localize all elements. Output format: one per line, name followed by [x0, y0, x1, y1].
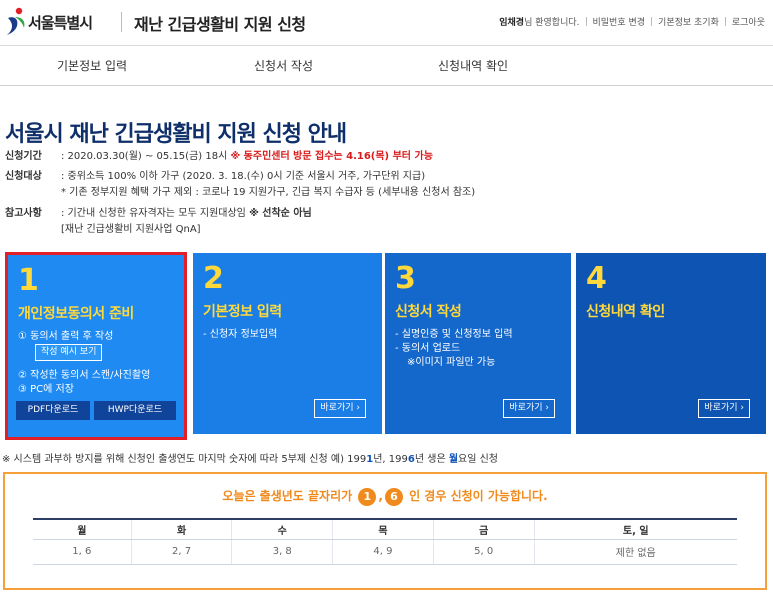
period-label: 신청기간: [5, 151, 42, 162]
target-row: 신청대상 : 중위소득 100% 이하 가구 (2020. 3. 18.(수) 0…: [5, 170, 425, 184]
target-value: : 중위소득 100% 이하 가구 (2020. 3. 18.(수) 0시 기준…: [61, 171, 426, 182]
seoul-logo-icon[interactable]: [5, 6, 27, 36]
change-password-link[interactable]: 비밀번호 변경: [593, 15, 646, 28]
target-label: 신청대상: [5, 171, 42, 182]
user-menu: 임채경님 환영합니다. 비밀번호 변경 기본정보 초기화 로그아웃: [499, 15, 765, 28]
step-title: 개인정보동의서 준비: [18, 306, 134, 322]
reference-value: : 기간내 신청한 유자격자는 모두 지원대상임: [61, 208, 246, 219]
notice-bold: 6: [407, 454, 415, 465]
column-header: 월: [33, 518, 132, 540]
main-heading: 서울시 재난 긴급생활비 지원 신청 안내: [5, 122, 347, 147]
step-number: 4: [586, 261, 607, 296]
step-number: 3: [395, 261, 416, 296]
schedule-title-text: 오늘은 출생년도 끝자리가: [222, 489, 353, 503]
step-line: ① 동의서 출력 후 작성: [18, 331, 114, 342]
hwp-download-button[interactable]: HWP다운로드: [94, 401, 176, 420]
column-header: 토, 일: [533, 518, 737, 540]
go-history-button[interactable]: 바로가기 ›: [698, 399, 750, 418]
step-number: 1: [18, 263, 39, 298]
menu-divider: [651, 17, 653, 26]
step-title: 신청서 작성: [395, 304, 462, 320]
step-title: 기본정보 입력: [203, 304, 282, 320]
site-header: 서울특별시 재난 긴급생활비 지원 신청 임채경님 환영합니다. 비밀번호 변경…: [0, 0, 773, 46]
step-line: - 실명인증 및 신청정보 입력: [395, 329, 513, 340]
menu-divider: [724, 17, 726, 26]
go-application-button[interactable]: 바로가기 ›: [503, 399, 555, 418]
schedule-title: 오늘은 출생년도 끝자리가 1,6 인 경우 신청이 가능합니다.: [5, 487, 765, 506]
schedule-title-text: 인 경우 신청이 가능합니다.: [409, 489, 548, 503]
notice-bold: 월: [448, 454, 459, 465]
notice-text: 년 생은: [414, 454, 449, 465]
go-basic-info-button[interactable]: 바로가기 ›: [314, 399, 366, 418]
step-line: ② 작성한 동의서 스캔/사진촬영: [18, 370, 151, 381]
step-line: ※이미지 파일만 가능: [407, 357, 496, 368]
nav-item-history[interactable]: 신청내역 확인: [438, 57, 508, 74]
logout-link[interactable]: 로그아웃: [732, 15, 765, 28]
logo-text[interactable]: 서울특별시: [28, 12, 93, 33]
step-card-history: 4 신청내역 확인 바로가기 ›: [576, 253, 766, 434]
table-cell: 3, 8: [231, 539, 333, 565]
table-cell: 제한 없음: [533, 539, 737, 565]
notice-text: 요일 신청: [458, 454, 499, 465]
reset-info-link[interactable]: 기본정보 초기화: [658, 15, 719, 28]
reference-row: 참고사항 : 기간내 신청한 유자격자는 모두 지원대상임 ※ 선착순 아님: [5, 207, 312, 221]
period-row: 신청기간 : 2020.03.30(월) ~ 05.15(금) 18시 ※ 동주민…: [5, 150, 433, 164]
notice-text: 년, 199: [373, 454, 408, 465]
nav-item-application[interactable]: 신청서 작성: [254, 57, 313, 74]
step-title: 신청내역 확인: [586, 304, 665, 320]
step-line: ③ PC에 저장: [18, 384, 74, 395]
sample-view-button[interactable]: 작성 예시 보기: [35, 344, 103, 361]
table-header-row: 월 화 수 목 금 토, 일: [33, 518, 737, 540]
step-card-consent: 1 개인정보동의서 준비 ① 동의서 출력 후 작성 작성 예시 보기 ② 작성…: [5, 252, 187, 440]
step-card-basic-info: 2 기본정보 입력 - 신청자 정보입력 바로가기 ›: [193, 253, 382, 434]
period-notice: ※ 동주민센터 방문 접수는 4.16(목) 부터 가능: [230, 151, 433, 162]
table-cell: 4, 9: [332, 539, 434, 565]
table-cell: 1, 6: [33, 539, 132, 565]
qna-link[interactable]: [재난 긴급생활비 지원사업 QnA]: [61, 224, 201, 235]
digit-badge: 1: [358, 487, 377, 506]
column-header: 목: [332, 518, 434, 540]
qna-row: [재난 긴급생활비 지원사업 QnA]: [5, 223, 201, 237]
schedule-table: 월 화 수 목 금 토, 일 1, 6 2, 7 3, 8 4, 9 5, 0 …: [33, 518, 737, 565]
column-header: 금: [432, 518, 535, 540]
table-cell: 2, 7: [130, 539, 232, 565]
main-nav: 기본정보 입력 신청서 작성 신청내역 확인: [0, 46, 773, 86]
column-header: 화: [130, 518, 232, 540]
step-line: - 신청자 정보입력: [203, 329, 278, 340]
page-title: 재난 긴급생활비 지원 신청: [134, 15, 306, 34]
step-line: - 동의서 업로드: [395, 343, 461, 354]
step-card-application: 3 신청서 작성 - 실명인증 및 신청정보 입력 - 동의서 업로드 ※이미지…: [385, 253, 571, 434]
header-divider: [121, 12, 122, 32]
table-cell: 5, 0: [432, 539, 535, 565]
welcome-message: 임채경님 환영합니다.: [499, 15, 579, 28]
reference-label: 참고사항: [5, 208, 42, 219]
reference-bold: ※ 선착순 아님: [249, 208, 312, 219]
menu-divider: [585, 17, 587, 26]
table-row: 1, 6 2, 7 3, 8 4, 9 5, 0 제한 없음: [33, 539, 737, 565]
nav-item-basic-info[interactable]: 기본정보 입력: [57, 57, 127, 74]
target-note-row: * 기존 정부지원 혜택 가구 제외 : 코로나 19 지원가구, 긴급 복지 …: [5, 186, 475, 200]
target-note: * 기존 정부지원 혜택 가구 제외 : 코로나 19 지원가구, 긴급 복지 …: [61, 187, 476, 198]
user-name: 임채경: [499, 18, 525, 28]
notice-text: ※ 시스템 과부하 방지를 위해 신청인 출생연도 마지막 숫자에 따라 5부제…: [2, 454, 367, 465]
digit-badge: 6: [384, 487, 403, 506]
period-value: : 2020.03.30(월) ~ 05.15(금) 18시: [61, 151, 228, 162]
digit-separator: ,: [378, 489, 383, 503]
rotation-notice: ※ 시스템 과부하 방지를 위해 신청인 출생연도 마지막 숫자에 따라 5부제…: [2, 450, 498, 465]
schedule-box: 오늘은 출생년도 끝자리가 1,6 인 경우 신청이 가능합니다. 월 화 수 …: [3, 472, 767, 590]
column-header: 수: [231, 518, 333, 540]
welcome-suffix: 님 환영합니다.: [524, 18, 580, 28]
step-number: 2: [203, 261, 224, 296]
pdf-download-button[interactable]: PDF다운로드: [16, 401, 90, 420]
